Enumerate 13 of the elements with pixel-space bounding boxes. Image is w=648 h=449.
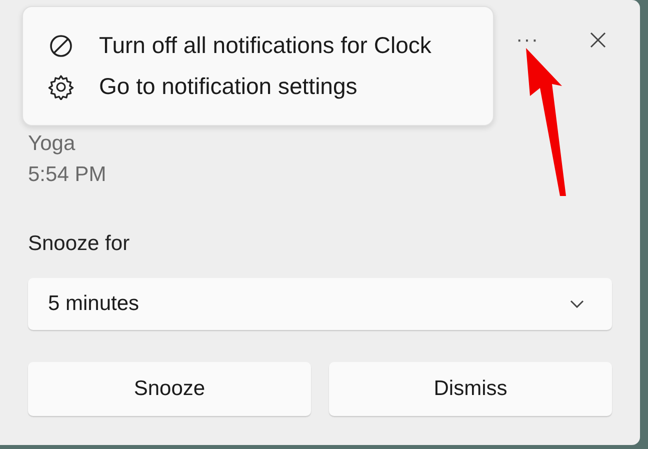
reminder-title: Yoga	[28, 131, 76, 157]
chevron-icon	[570, 300, 584, 308]
close-icon[interactable]	[589, 31, 607, 49]
action-button[interactable]: Snooze	[28, 362, 311, 416]
snooze-label: Snooze for	[28, 231, 131, 257]
block-icon	[49, 34, 73, 58]
more-button[interactable]: ···	[516, 28, 539, 52]
menu-item[interactable]: Go to notification settings	[47, 73, 469, 100]
reminder-time: 5:54 PM	[28, 162, 108, 188]
snooze-dropdown[interactable]: 5 minutes	[28, 278, 612, 330]
settings-icon	[48, 74, 74, 100]
menu-item[interactable]: Turn off all notifications for Clock	[47, 32, 469, 59]
action-button[interactable]: Dismiss	[329, 362, 612, 416]
